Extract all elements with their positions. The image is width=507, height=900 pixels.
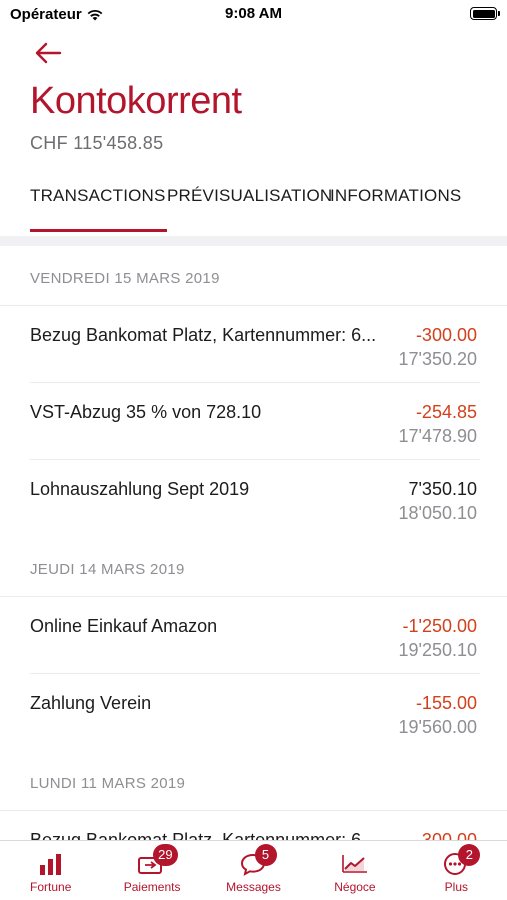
tab-label: PRÉVISUALISATION [167, 186, 333, 205]
clock: 9:08 AM [225, 5, 282, 22]
tab-messages[interactable]: 5 Messages [203, 841, 304, 900]
transaction-row[interactable]: Lohnauszahlung Sept 2019 7'350.10 18'050… [30, 460, 480, 537]
more-dots-icon: 2 [442, 844, 481, 878]
paiements-badge: 29 [153, 844, 178, 866]
tab-label: INFORMATIONS [330, 186, 462, 205]
transaction-description: Bezug Bankomat Platz, Kartennummer: 6... [30, 830, 377, 840]
transaction-row[interactable]: VST-Abzug 35 % von 728.10 -254.85 17'478… [30, 383, 480, 460]
tab-bar-top: TRANSACTIONS PRÉVISUALISATION INFORMATIO… [30, 186, 462, 232]
tab-label: Négoce [334, 880, 376, 894]
running-balance: 17'478.90 [398, 426, 477, 446]
bottom-tab-bar: Fortune 29 Paiements 5 Messages Négoce 2… [0, 840, 507, 900]
trading-chart-icon [340, 850, 370, 878]
date-header: VENDREDI 15 MARS 2019 [0, 246, 507, 306]
transaction-list[interactable]: VENDREDI 15 MARS 2019 Bezug Bankomat Pla… [0, 246, 507, 840]
transaction-row[interactable]: Zahlung Verein -155.00 19'560.00 [30, 674, 480, 751]
messages-badge: 5 [254, 844, 277, 866]
status-bar: Opérateur 9:08 AM [0, 0, 507, 30]
account-balance: CHF 115'458.85 [30, 133, 164, 153]
transaction-row[interactable]: Bezug Bankomat Platz, Kartennummer: 6...… [30, 811, 480, 840]
transaction-amount: -300.00 [415, 325, 477, 345]
transaction-description: VST-Abzug 35 % von 728.10 [30, 402, 262, 422]
transaction-description: Lohnauszahlung Sept 2019 [30, 479, 250, 499]
running-balance: 19'250.10 [398, 640, 477, 660]
transaction-row[interactable]: Online Einkauf Amazon -1'250.00 19'250.1… [30, 597, 480, 674]
tab-previsualisation[interactable]: PRÉVISUALISATION [167, 186, 333, 232]
chat-bubble-icon: 5 [239, 844, 277, 878]
tab-paiements[interactable]: 29 Paiements [101, 841, 202, 900]
transaction-amount: -300.00 [415, 830, 477, 840]
transaction-description: Bezug Bankomat Platz, Kartennummer: 6... [30, 325, 377, 345]
page-title: Kontokorrent [30, 80, 242, 122]
tab-label: Plus [444, 880, 468, 894]
tab-label: Fortune [30, 880, 72, 894]
plus-badge: 2 [458, 844, 481, 866]
back-button[interactable] [34, 38, 68, 68]
transaction-amount: -155.00 [415, 693, 477, 713]
date-header: JEUDI 14 MARS 2019 [0, 537, 507, 597]
tab-negoce[interactable]: Négoce [304, 841, 405, 900]
payment-icon: 29 [137, 844, 178, 878]
transaction-amount: 7'350.10 [408, 479, 477, 499]
tab-fortune[interactable]: Fortune [0, 841, 101, 900]
tab-transactions[interactable]: TRANSACTIONS [30, 186, 167, 232]
transaction-amount: -1'250.00 [402, 616, 478, 636]
battery-icon [470, 7, 500, 20]
tab-label: Paiements [123, 880, 181, 894]
transaction-description: Zahlung Verein [30, 693, 152, 713]
transaction-description: Online Einkauf Amazon [30, 616, 218, 636]
date-header: LUNDI 11 MARS 2019 [0, 751, 507, 811]
running-balance: 19'560.00 [398, 717, 477, 737]
running-balance: 17'350.20 [398, 349, 477, 369]
tab-separator [0, 236, 507, 246]
transaction-row[interactable]: Bezug Bankomat Platz, Kartennummer: 6...… [30, 306, 480, 383]
arrow-left-icon [35, 42, 62, 64]
tab-label: TRANSACTIONS [30, 186, 166, 205]
running-balance: 18'050.10 [398, 503, 477, 523]
tab-informations[interactable]: INFORMATIONS [330, 186, 462, 232]
bar-chart-icon [38, 850, 64, 878]
tab-label: Messages [226, 880, 281, 894]
transaction-amount: -254.85 [415, 402, 477, 422]
tab-plus[interactable]: 2 Plus [406, 841, 507, 900]
